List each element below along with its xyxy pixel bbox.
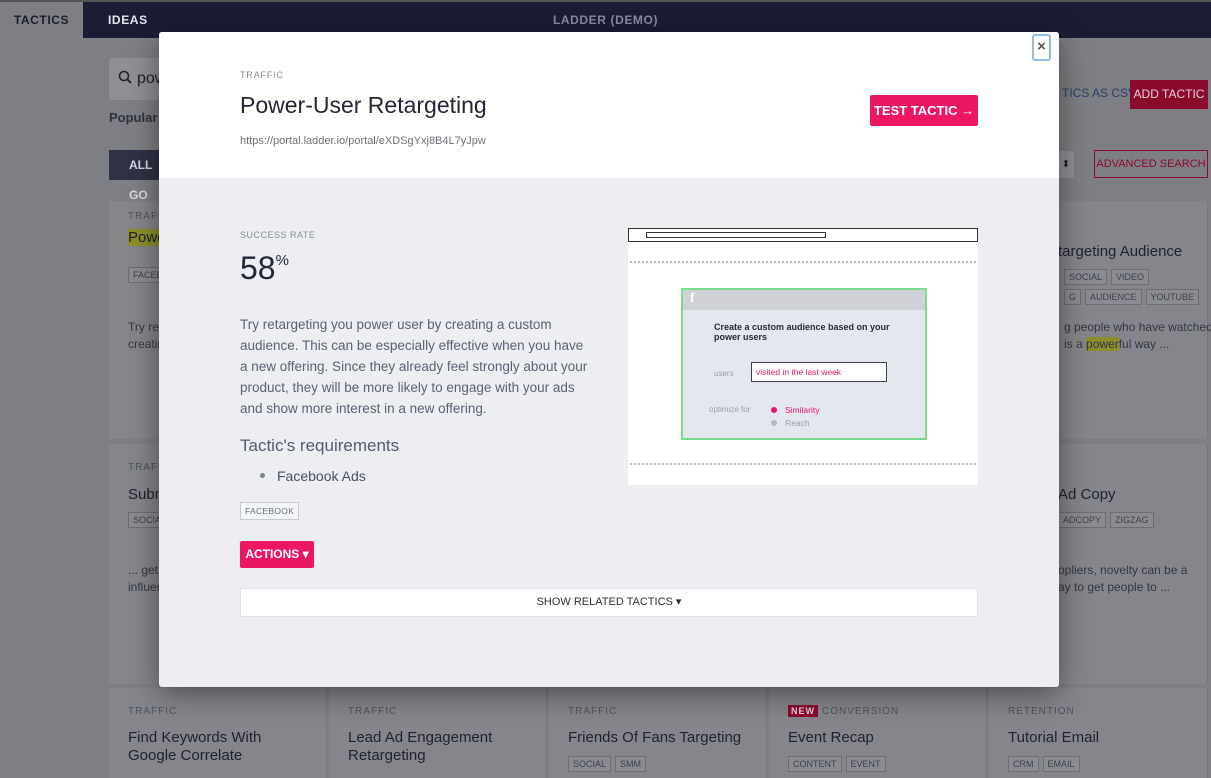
sort-select[interactable]: ⬍ xyxy=(1058,151,1074,178)
card-tag: ZIGZAG xyxy=(1110,512,1154,528)
actions-button[interactable]: ACTIONS ▾ xyxy=(240,541,314,568)
tactic-tag[interactable]: FACEBOOK xyxy=(240,502,300,520)
export-csv-link[interactable]: TICS AS CSV xyxy=(1062,86,1136,100)
card-title: targeting Audience xyxy=(1058,243,1183,260)
audience-heading: Create a custom audience based on your p… xyxy=(714,322,890,342)
divider xyxy=(630,261,976,263)
card-tag: VIDEO xyxy=(1111,269,1150,285)
add-tactic-button[interactable]: ADD TACTIC xyxy=(1130,80,1208,109)
tactic-url[interactable]: https://portal.ladder.io/portal/eXDSgYxj… xyxy=(240,135,486,147)
card-tag: CONTENT xyxy=(788,756,842,772)
tactic-card[interactable]: TRAFFIC Friends Of Fans Targeting SOCIAL… xyxy=(549,688,767,778)
search-icon xyxy=(118,70,132,84)
card-tag: EMAIL xyxy=(1042,756,1080,772)
card-excerpt: g people who have watched is a powerful … xyxy=(1064,320,1211,351)
tactic-modal: TRAFFIC Power-User Retargeting https://p… xyxy=(159,32,1059,687)
card-tag: SOCIAL xyxy=(568,756,612,772)
show-related-tactics-button[interactable]: SHOW RELATED TACTICS ▾ xyxy=(240,588,978,617)
card-title: Ad Copy xyxy=(1058,486,1116,503)
facebook-icon: f xyxy=(690,291,695,306)
tactic-description: Try retargeting you power user by creati… xyxy=(240,317,588,416)
card-title: Tutorial Email xyxy=(1008,729,1100,746)
modal-header: TRAFFIC Power-User Retargeting https://p… xyxy=(159,32,1059,178)
card-excerpt: opliers, novelty can be a ay to get peop… xyxy=(1058,563,1188,594)
optimize-label: optimize for xyxy=(709,405,751,414)
tactic-card[interactable]: NEW CONVERSION Event Recap CONTENT EVENT xyxy=(769,688,987,778)
facebook-panel-header: f xyxy=(683,290,925,310)
card-tag: AUDIENCE xyxy=(1085,289,1142,305)
option-reach: Reach xyxy=(785,418,810,428)
test-tactic-button[interactable]: TEST TACTIC → xyxy=(870,95,978,126)
card-title: Lead Ad Engagement Retargeting xyxy=(348,729,493,764)
bullet-icon xyxy=(260,472,265,478)
tactic-card[interactable]: TRAFFIC Find Keywords With Google Correl… xyxy=(109,688,327,778)
close-modal-button[interactable]: × xyxy=(1032,34,1051,61)
card-tag: CRM xyxy=(1008,756,1039,772)
success-rate-label: SUCCESS RATE xyxy=(240,230,316,240)
requirements-list: Facebook Ads xyxy=(260,468,366,484)
card-category: NEW CONVERSION xyxy=(788,705,899,717)
tactic-card[interactable]: RETENTION Tutorial Email CRM EMAIL xyxy=(989,688,1208,778)
card-tag: G xyxy=(1064,289,1082,305)
option-similarity: Similarity xyxy=(785,405,820,415)
card-category: TRAFFIC xyxy=(348,706,398,717)
browser-bar xyxy=(628,228,978,242)
card-tag: SMM xyxy=(615,756,647,772)
card-title: Event Recap xyxy=(788,729,874,746)
card-tag: EVENT xyxy=(845,756,886,772)
users-label: users xyxy=(714,369,734,378)
card-tag: YOUTUBE xyxy=(1145,289,1200,305)
success-rate-value: 58% xyxy=(240,250,289,286)
card-category: TRAFFIC xyxy=(568,706,618,717)
card-tag: ADCOPY xyxy=(1058,512,1107,528)
users-field: visited in the last week xyxy=(751,362,887,382)
facebook-audience-panel: f Create a custom audience based on your… xyxy=(681,288,927,440)
tab-ideas[interactable]: IDEAS xyxy=(108,2,148,40)
card-title: Friends Of Fans Targeting xyxy=(568,729,742,746)
divider xyxy=(630,463,976,465)
tactic-card[interactable]: TRAFFIC Lead Ad Engagement Retargeting xyxy=(329,688,547,778)
tactic-illustration: f Create a custom audience based on your… xyxy=(628,228,978,485)
tactic-category: TRAFFIC xyxy=(240,70,284,80)
card-title: Find Keywords With Google Correlate xyxy=(128,729,262,764)
card-category: TRAFFIC xyxy=(128,706,178,717)
new-badge: NEW xyxy=(788,705,818,717)
advanced-search-button[interactable]: ADVANCED SEARCH xyxy=(1094,150,1208,178)
tab-tactics[interactable]: TACTICS xyxy=(0,2,83,40)
requirement-item: Facebook Ads xyxy=(260,468,366,484)
address-bar xyxy=(646,232,826,238)
tactic-title: Power-User Retargeting xyxy=(240,92,487,118)
card-tag: SOCIAL xyxy=(1064,269,1108,285)
requirements-title: Tactic's requirements xyxy=(240,436,400,455)
card-category: RETENTION xyxy=(1008,706,1075,717)
